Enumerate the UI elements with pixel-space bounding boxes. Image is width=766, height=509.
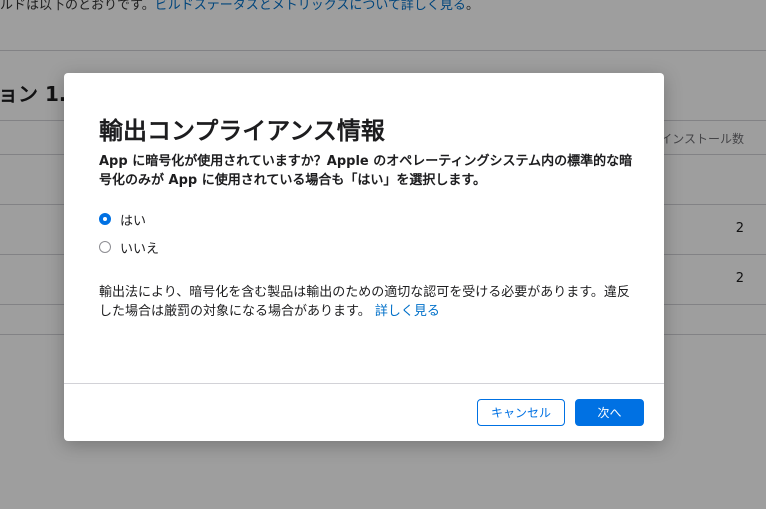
dialog-footer-divider bbox=[64, 383, 664, 384]
export-law-note: 輸出法により、暗号化を含む製品は輸出のための適切な認可を受ける必要があります。違… bbox=[99, 283, 634, 321]
learn-more-link[interactable]: 詳しく見る bbox=[375, 304, 440, 319]
radio-label-no: いいえ bbox=[120, 241, 160, 257]
next-button[interactable]: 次へ bbox=[575, 399, 644, 426]
radio-unselected-icon[interactable] bbox=[99, 241, 111, 253]
encryption-question: App に暗号化が使用されていますか？Apple のオペレーティングシステム内の… bbox=[99, 154, 633, 188]
radio-option-yes[interactable]: はい bbox=[99, 210, 147, 229]
cancel-button[interactable]: キャンセル bbox=[477, 399, 565, 426]
export-compliance-dialog: 輸出コンプライアンス情報 App に暗号化が使用されていますか？Apple のオ… bbox=[64, 73, 664, 441]
radio-label-yes: はい bbox=[120, 213, 147, 229]
radio-option-no[interactable]: いいえ bbox=[99, 238, 160, 257]
dialog-title: 輸出コンプライアンス情報 bbox=[99, 117, 385, 145]
radio-selected-icon[interactable] bbox=[99, 213, 111, 225]
export-law-text: 輸出法により、暗号化を含む製品は輸出のための適切な認可を受ける必要があります。違… bbox=[99, 285, 630, 319]
